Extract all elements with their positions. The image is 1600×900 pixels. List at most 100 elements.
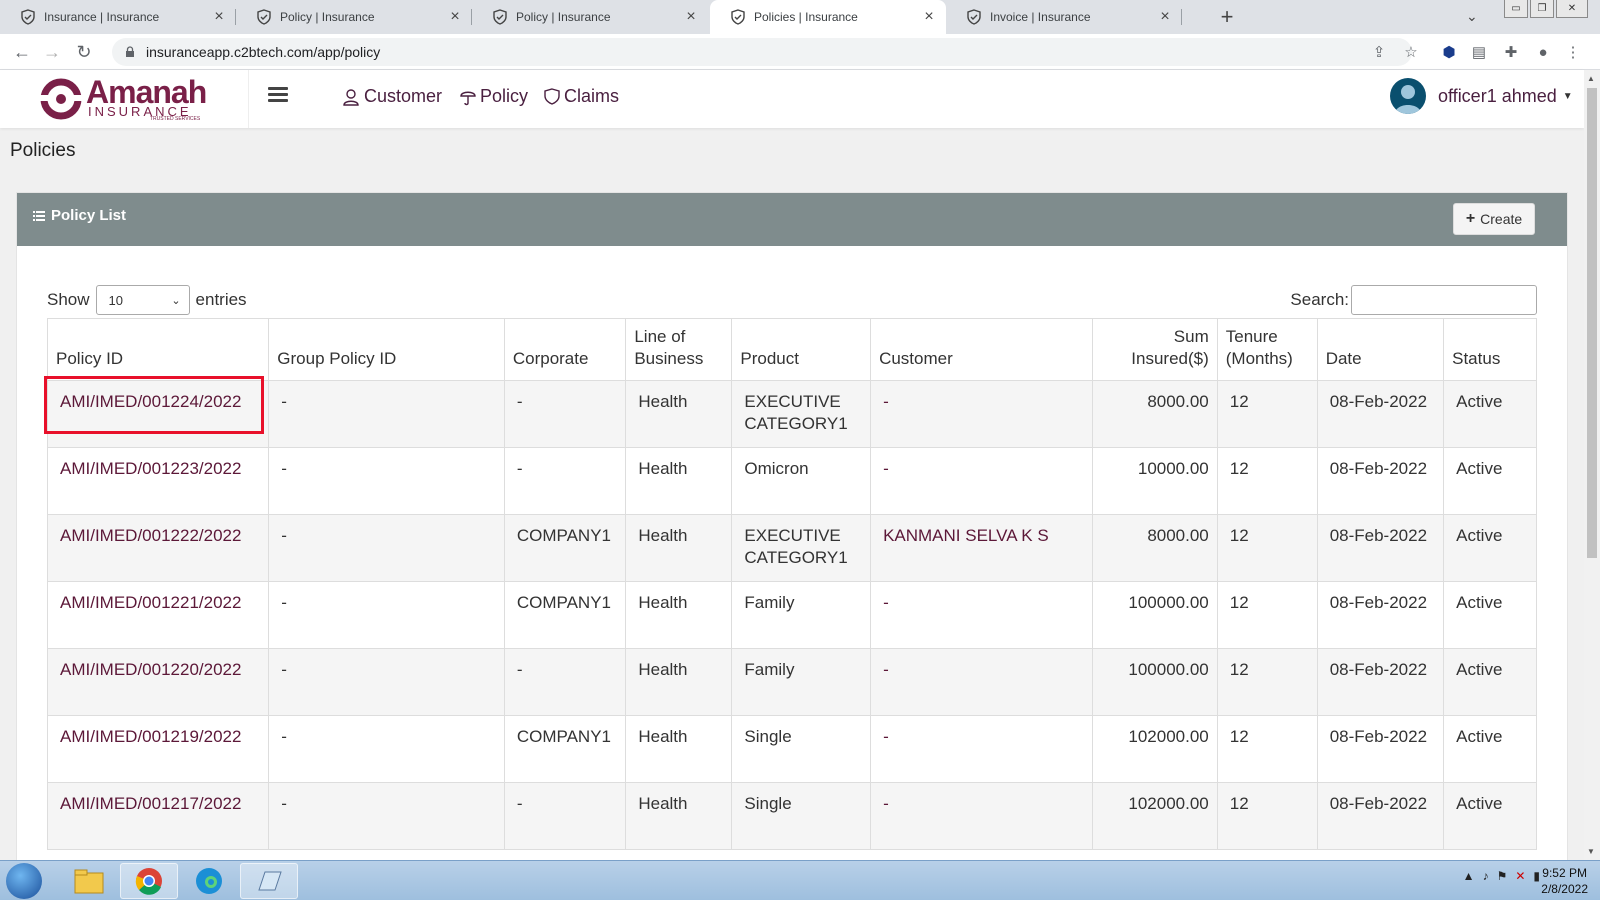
- column-header-policy-id[interactable]: Policy ID: [46, 318, 270, 381]
- profile-icon[interactable]: ●: [1534, 43, 1552, 61]
- close-icon[interactable]: ×: [1158, 8, 1172, 26]
- nav-policy[interactable]: Policy: [460, 86, 528, 107]
- puzzle-icon[interactable]: ✚: [1502, 43, 1520, 61]
- new-tab-icon[interactable]: +: [1214, 4, 1240, 30]
- table-row[interactable]: AMI/IMED/001223/2022- - Health Omicron -1000…: [46, 447, 1537, 515]
- close-icon[interactable]: ×: [922, 8, 936, 26]
- cell-customer[interactable]: -: [870, 447, 1094, 515]
- cell-status: Active: [1443, 782, 1537, 850]
- browser-tab-active[interactable]: Policies | Insurance ×: [710, 0, 946, 34]
- card-title: Policy List: [33, 207, 126, 224]
- browser-tab[interactable]: Policy | Insurance ×: [472, 0, 708, 34]
- show-hidden-icons-icon[interactable]: ▲: [1463, 869, 1475, 883]
- table-row[interactable]: AMI/IMED/001222/2022- COMPANY1 Health EXECU…: [46, 514, 1537, 582]
- cell-policy-id[interactable]: AMI/IMED/001219/2022: [46, 715, 270, 783]
- close-window-icon[interactable]: ✕: [1556, 0, 1588, 18]
- column-header-corporate[interactable]: Corporate: [503, 318, 627, 381]
- scrollbar-thumb[interactable]: [1587, 88, 1597, 558]
- table-row[interactable]: AMI/IMED/001217/2022- - Health Single -10200…: [46, 782, 1537, 850]
- windows-start-icon[interactable]: [6, 863, 42, 899]
- column-header-product[interactable]: Product: [731, 318, 872, 381]
- cell-line-of-business: Health: [625, 648, 733, 716]
- cell-policy-id[interactable]: AMI/IMED/001223/2022: [46, 447, 270, 515]
- system-tray: ▲ ♪ ⚑ ✕ ▮: [1463, 869, 1540, 883]
- cell-group-policy-id: -: [268, 447, 505, 515]
- close-icon[interactable]: ×: [212, 8, 226, 26]
- cell-policy-id[interactable]: AMI/IMED/001220/2022: [46, 648, 270, 716]
- notepad-icon[interactable]: [240, 863, 298, 899]
- close-icon[interactable]: ×: [448, 8, 462, 26]
- cell-line-of-business: Health: [625, 514, 733, 582]
- chevron-down-icon[interactable]: ⌄: [1466, 8, 1478, 25]
- browser-tab[interactable]: Policy | Insurance ×: [236, 0, 472, 34]
- column-header-tenure[interactable]: Tenure (Months): [1216, 318, 1318, 381]
- cell-status: Active: [1443, 514, 1537, 582]
- shield-icon: [257, 9, 271, 25]
- volume-icon[interactable]: ♪: [1483, 869, 1489, 883]
- create-button[interactable]: + Create: [1453, 203, 1535, 235]
- chrome-icon[interactable]: [120, 863, 178, 899]
- clipboard-icon[interactable]: ▤: [1470, 43, 1488, 61]
- nav-customer-label: Customer: [364, 86, 443, 106]
- column-header-group-policy-id[interactable]: Group Policy ID: [268, 318, 505, 381]
- table-row[interactable]: AMI/IMED/001220/2022- - Health Family -10000…: [46, 648, 1537, 716]
- cell-corporate: COMPANY1: [503, 581, 627, 649]
- column-header-line-of-business[interactable]: Line of Business: [625, 318, 733, 381]
- cell-customer[interactable]: -: [870, 715, 1094, 783]
- system-clock[interactable]: 9:52 PM 2/8/2022: [1541, 865, 1588, 897]
- forward-arrow-icon[interactable]: →: [40, 40, 64, 64]
- column-header-sum-insured[interactable]: Sum Insured($): [1092, 318, 1218, 381]
- brand-logo[interactable]: Amanah INSURANCE TRUSTED SERVICES: [40, 74, 212, 122]
- close-icon[interactable]: ×: [684, 8, 698, 26]
- star-icon[interactable]: ☆: [1402, 43, 1420, 61]
- cell-customer[interactable]: -: [870, 581, 1094, 649]
- column-header-customer[interactable]: Customer: [870, 318, 1094, 381]
- cell-sum-insured: 102000.00: [1092, 782, 1218, 850]
- cell-tenure: 12: [1216, 581, 1318, 649]
- cell-policy-id[interactable]: AMI/IMED/001217/2022: [46, 782, 270, 850]
- minimize-icon[interactable]: ▭: [1504, 0, 1528, 18]
- page-scrollbar[interactable]: ▲ ▼: [1584, 70, 1600, 860]
- column-header-status[interactable]: Status: [1443, 318, 1537, 381]
- browser-tab[interactable]: Insurance | Insurance ×: [0, 0, 236, 34]
- address-bar[interactable]: insuranceapp.c2btech.com/app/policy: [112, 38, 1412, 66]
- scroll-up-icon[interactable]: ▲: [1587, 74, 1595, 83]
- edge-icon[interactable]: [180, 863, 238, 899]
- browser-tab-title: Policy | Insurance: [280, 10, 375, 24]
- table-row[interactable]: AMI/IMED/001221/2022- COMPANY1 Health Famil…: [46, 581, 1537, 649]
- table-row[interactable]: AMI/IMED/001224/2022- - Health EXECUTIVE CA…: [46, 380, 1537, 448]
- cell-customer[interactable]: -: [870, 380, 1094, 448]
- hamburger-menu-icon[interactable]: [268, 87, 288, 103]
- scroll-down-icon[interactable]: ▼: [1587, 847, 1595, 856]
- cell-policy-id[interactable]: AMI/IMED/001221/2022: [46, 581, 270, 649]
- browser-tab[interactable]: Invoice | Insurance ×: [946, 0, 1182, 34]
- user-menu[interactable]: officer1 ahmed ▼: [1390, 78, 1573, 114]
- back-arrow-icon[interactable]: ←: [10, 40, 34, 64]
- cell-sum-insured: 100000.00: [1092, 648, 1218, 716]
- clock-time: 9:52 PM: [1542, 866, 1587, 880]
- column-header-date[interactable]: Date: [1316, 318, 1445, 381]
- more-vertical-icon[interactable]: ⋮: [1564, 43, 1582, 61]
- extension-shield-icon[interactable]: ⬢: [1440, 43, 1458, 61]
- cell-date: 08-Feb-2022: [1316, 648, 1445, 716]
- avatar: [1390, 78, 1426, 114]
- nav-claims[interactable]: Claims: [544, 86, 619, 107]
- share-icon[interactable]: ⇪: [1370, 43, 1388, 61]
- cell-customer[interactable]: KANMANI SELVA K S: [870, 514, 1094, 582]
- action-center-icon[interactable]: ⚑: [1497, 869, 1508, 883]
- policy-table: Policy ID Group Policy ID Corporate Line…: [46, 318, 1537, 850]
- signal-icon[interactable]: ▮: [1533, 869, 1540, 883]
- file-explorer-icon[interactable]: [60, 863, 118, 899]
- cell-customer[interactable]: -: [870, 648, 1094, 716]
- network-warning-icon[interactable]: ✕: [1515, 869, 1525, 883]
- cell-customer[interactable]: -: [870, 782, 1094, 850]
- cell-group-policy-id: -: [268, 514, 505, 582]
- cell-policy-id[interactable]: AMI/IMED/001222/2022: [46, 514, 270, 582]
- search-input[interactable]: [1351, 285, 1537, 315]
- entries-select[interactable]: 10 ⌄: [95, 285, 190, 315]
- reload-icon[interactable]: ↻: [72, 40, 96, 64]
- restore-icon[interactable]: ❐: [1530, 0, 1554, 18]
- table-row[interactable]: AMI/IMED/001219/2022- COMPANY1 Health Singl…: [46, 715, 1537, 783]
- cell-policy-id[interactable]: AMI/IMED/001224/2022: [46, 380, 270, 448]
- nav-customer[interactable]: Customer: [342, 86, 442, 107]
